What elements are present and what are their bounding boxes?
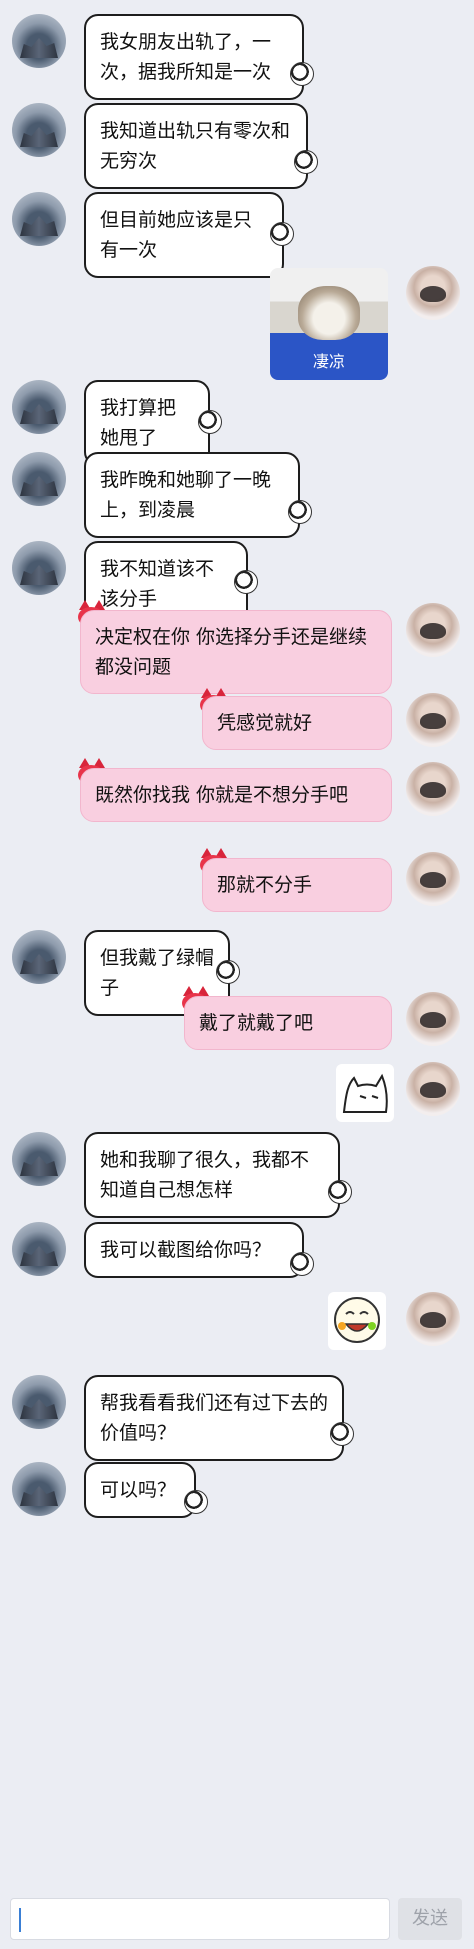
soccer-ball-icon <box>198 410 222 434</box>
cat-doodle-icon <box>342 1073 388 1113</box>
soccer-ball-icon <box>328 1180 352 1204</box>
user-avatar[interactable] <box>406 266 460 320</box>
user-avatar[interactable] <box>406 1292 460 1346</box>
send-button[interactable]: 发送 <box>398 1898 462 1940</box>
input-bar: 发送 <box>0 1888 474 1949</box>
contact-avatar[interactable] <box>12 14 66 68</box>
cat-doodle-sticker[interactable] <box>336 1064 394 1122</box>
image-caption: 凄凉 <box>312 352 345 371</box>
soccer-ball-icon <box>294 150 318 174</box>
contact-avatar[interactable] <box>12 1462 66 1516</box>
user-avatar[interactable] <box>406 852 460 906</box>
soccer-ball-icon <box>184 1490 208 1514</box>
cat-face-image <box>298 286 360 340</box>
user-avatar[interactable] <box>406 693 460 747</box>
message-input[interactable] <box>10 1898 390 1940</box>
user-avatar[interactable] <box>406 603 460 657</box>
contact-avatar[interactable] <box>12 103 66 157</box>
soccer-ball-icon <box>290 62 314 86</box>
contact-avatar[interactable] <box>12 1375 66 1429</box>
message-bubble: 但目前她应该是只有一次 <box>84 192 284 278</box>
cat-photo-image[interactable]: 凄凉 <box>270 268 388 380</box>
contact-avatar[interactable] <box>12 192 66 246</box>
contact-avatar[interactable] <box>12 541 66 595</box>
message-bubble: 我女朋友出轨了，一次，据我所知是一次 <box>84 14 304 100</box>
text-caret <box>19 1908 21 1932</box>
contact-avatar[interactable] <box>12 1132 66 1186</box>
message-bubble: 凭感觉就好 <box>202 696 392 750</box>
contact-avatar[interactable] <box>12 1222 66 1276</box>
contact-avatar[interactable] <box>12 380 66 434</box>
soccer-ball-icon <box>288 500 312 524</box>
message-bubble: 决定权在你 你选择分手还是继续都没问题 <box>80 610 392 694</box>
user-avatar[interactable] <box>406 762 460 816</box>
message-bubble: 我可以截图给你吗？ <box>84 1222 304 1278</box>
message-bubble: 戴了就戴了吧 <box>184 996 392 1050</box>
soccer-ball-icon <box>290 1252 314 1276</box>
laughing-face-sticker[interactable] <box>328 1292 386 1350</box>
message-bubble: 我知道出轨只有零次和无穷次 <box>84 103 308 189</box>
user-avatar[interactable] <box>406 992 460 1046</box>
message-bubble: 帮我看看我们还有过下去的价值吗？ <box>84 1375 344 1461</box>
message-bubble: 那就不分手 <box>202 858 392 912</box>
message-bubble: 她和我聊了很久，我都不知道自己想怎样 <box>84 1132 340 1218</box>
laughing-face-icon <box>334 1297 380 1343</box>
contact-avatar[interactable] <box>12 930 66 984</box>
soccer-ball-icon <box>330 1422 354 1446</box>
message-bubble: 我昨晚和她聊了一晚上，到凌晨 <box>84 452 300 538</box>
soccer-ball-icon <box>234 570 258 594</box>
contact-avatar[interactable] <box>12 452 66 506</box>
user-avatar[interactable] <box>406 1062 460 1116</box>
soccer-ball-icon <box>216 960 240 984</box>
message-bubble: 可以吗？ <box>84 1462 196 1518</box>
soccer-ball-icon <box>270 222 294 246</box>
message-bubble: 既然你找我 你就是不想分手吧 <box>80 768 392 822</box>
